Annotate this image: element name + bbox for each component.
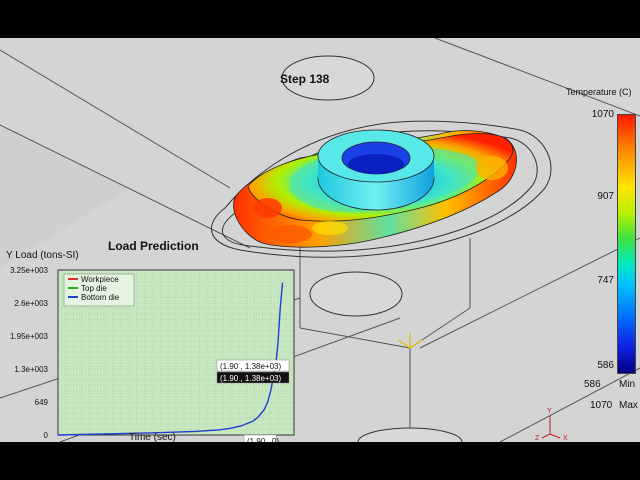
- annotation-label: (1.90 , 0): [247, 437, 279, 442]
- video-frame: Step 138 Load Prediction Temperature (C)…: [0, 0, 640, 480]
- annotation-label: (1.90 , 1.38e+03): [220, 374, 281, 383]
- colorbar-max-label: Max: [619, 400, 638, 411]
- y-tick-label: 2.6e+003: [14, 299, 48, 308]
- colorbar-title: Temperature (C): [566, 87, 632, 97]
- triad-y-label: Y: [547, 408, 552, 415]
- legend-label: Bottom die: [81, 293, 120, 302]
- y-axis-label: Y Load (tons-SI): [6, 250, 79, 261]
- colorbar-min-label: Min: [619, 379, 636, 390]
- y-tick-label: 0: [44, 431, 49, 440]
- load-chart: 0.0000.4120.8231.231.652.063.25e+0032.6e…: [0, 250, 310, 442]
- temperature-colorbar: [617, 114, 636, 374]
- y-tick-label: 1.95e+003: [10, 332, 49, 341]
- colorbar-tick-907: 907: [597, 191, 614, 202]
- y-tick-label: 649: [35, 398, 49, 407]
- colorbar-tick-1070: 1070: [591, 109, 614, 120]
- triad-z-label: Z: [535, 435, 540, 442]
- colorbar-tick-586: 586: [597, 360, 614, 371]
- y-tick-label: 1.3e+003: [14, 365, 48, 374]
- axis-triad-icon: Y Z X: [535, 408, 568, 442]
- x-axis-label: Time (sec): [129, 432, 176, 442]
- colorbar-max-value: 1070: [590, 400, 613, 411]
- step-label: Step 138: [280, 72, 330, 86]
- y-tick-label: 3.25e+003: [10, 266, 49, 275]
- annotation-label: (1.90 , 1.38e+03): [220, 362, 281, 371]
- colorbar-tick-747: 747: [597, 275, 614, 286]
- simulation-viewport[interactable]: Step 138 Load Prediction Temperature (C)…: [0, 38, 640, 442]
- legend-label: Workpiece: [81, 275, 119, 284]
- colorbar-min-value: 586: [584, 379, 601, 390]
- legend-label: Top die: [81, 284, 107, 293]
- triad-x-label: X: [563, 435, 568, 442]
- load-prediction-title: Load Prediction: [108, 239, 199, 253]
- load-chart-svg: 0.0000.4120.8231.231.652.063.25e+0032.6e…: [6, 250, 295, 442]
- lower-hole: [309, 271, 403, 317]
